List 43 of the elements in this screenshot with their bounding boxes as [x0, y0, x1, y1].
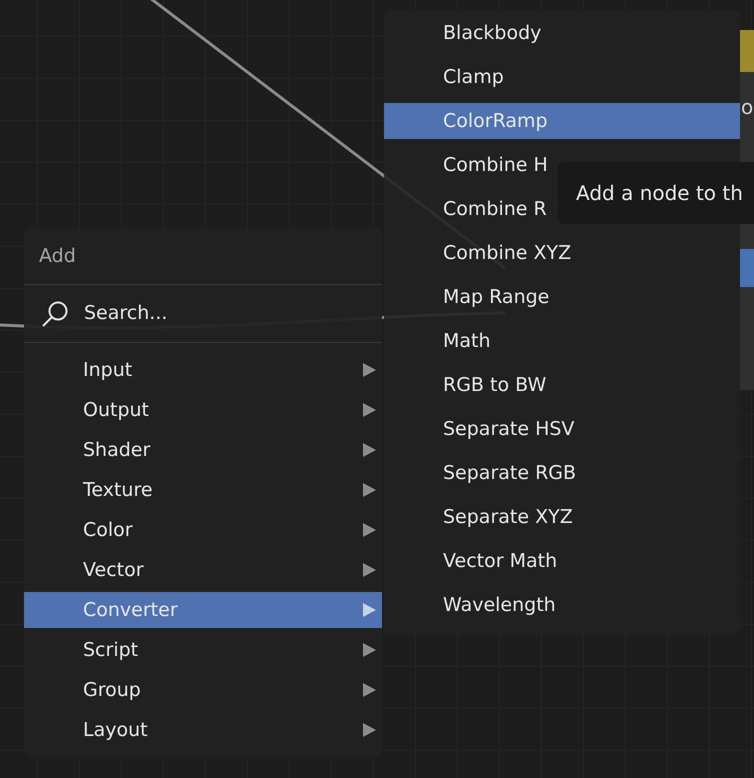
node-header: [740, 30, 754, 72]
menu-item[interactable]: Separate HSV: [443, 414, 574, 444]
submenu-arrow-icon: [363, 603, 376, 617]
submenu-arrow-icon: [363, 643, 376, 657]
value-field[interactable]: [740, 249, 754, 287]
menu-item[interactable]: Output: [83, 396, 149, 424]
menu-item[interactable]: Vector: [83, 556, 144, 584]
menu-item[interactable]: Script: [83, 636, 138, 664]
menu-item[interactable]: Separate XYZ: [443, 502, 573, 532]
menu-item[interactable]: Texture: [83, 476, 153, 504]
menu-item[interactable]: Combine R: [443, 194, 547, 224]
menu-item-highlight[interactable]: Converter: [24, 592, 382, 628]
tooltip-text: Add a node to th: [576, 180, 743, 207]
menu-item[interactable]: Vector Math: [443, 546, 558, 576]
menu-item[interactable]: ColorRamp: [443, 106, 548, 136]
menu-item[interactable]: Color: [83, 516, 133, 544]
menu-item[interactable]: Combine XYZ: [443, 238, 572, 268]
menu-item[interactable]: Converter: [83, 596, 178, 624]
menu-item[interactable]: Math: [443, 326, 491, 356]
menu-title: Add: [39, 244, 76, 269]
menu-item[interactable]: Combine H: [443, 150, 548, 180]
submenu-arrow-icon: [363, 683, 376, 697]
menu-item[interactable]: Input: [83, 356, 132, 384]
submenu-arrow-icon: [363, 523, 376, 537]
menu-item[interactable]: Wavelength: [443, 590, 556, 620]
submenu-arrow-icon: [363, 563, 376, 577]
menu-item[interactable]: Layout: [83, 716, 148, 744]
menu-item-highlight[interactable]: ColorRamp: [384, 103, 740, 139]
submenu-arrow-icon: [363, 403, 376, 417]
menu-item[interactable]: Group: [83, 676, 141, 704]
search-item[interactable]: Search...: [24, 285, 382, 342]
submenu-arrow-icon: [363, 363, 376, 377]
menu-item[interactable]: Blackbody: [443, 18, 542, 48]
submenu-arrow-icon: [363, 723, 376, 737]
menu-item[interactable]: Clamp: [443, 62, 504, 92]
menu-item[interactable]: RGB to BW: [443, 370, 546, 400]
socket-label: o: [741, 94, 754, 121]
search-icon: [41, 300, 69, 328]
menu-item[interactable]: Map Range: [443, 282, 550, 312]
submenu-arrow-icon: [363, 483, 376, 497]
menu-item[interactable]: Shader: [83, 436, 150, 464]
submenu-arrow-icon: [363, 443, 376, 457]
menu-item[interactable]: Separate RGB: [443, 458, 576, 488]
